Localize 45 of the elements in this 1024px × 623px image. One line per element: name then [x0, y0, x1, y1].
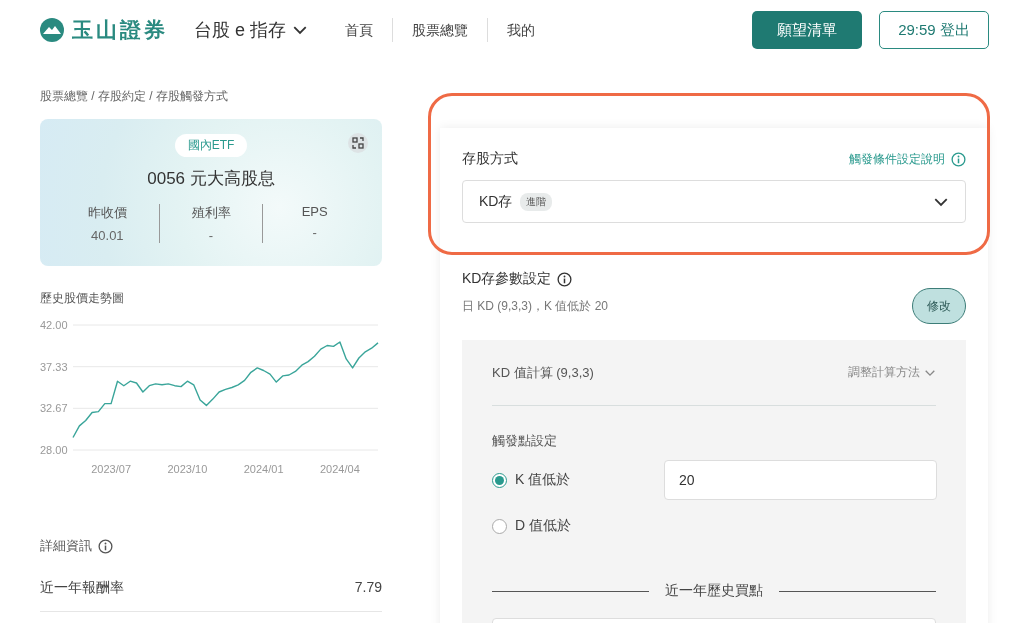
- x-axis-label: 2023/07: [91, 463, 131, 475]
- stat-value: 40.01: [91, 228, 124, 243]
- breadcrumb[interactable]: 股票總覽 / 存股約定 / 存股觸發方式: [40, 88, 382, 108]
- x-axis-label: 2024/01: [243, 463, 284, 475]
- product-dropdown[interactable]: 台股 e 指存: [194, 18, 308, 42]
- calc-label: KD 值計算 (9,3,3): [492, 363, 594, 382]
- chart-title: 歷史股價走勢圖: [40, 290, 125, 307]
- x-axis-label: 2023/10: [167, 463, 208, 475]
- y-axis-label: 37.33: [40, 360, 68, 373]
- mountain-logo-icon: [40, 18, 64, 42]
- swap-icon[interactable]: [348, 133, 368, 153]
- nav-link[interactable]: 首頁: [326, 18, 393, 42]
- x-axis-label: 2024/04: [320, 463, 360, 475]
- method-select[interactable]: KD存 進階: [462, 180, 966, 223]
- stat-label: 昨收價: [87, 204, 127, 222]
- stock-title: 0056 元大高股息: [147, 168, 275, 190]
- detail-value: 7.79: [354, 579, 382, 597]
- stat-value: -: [208, 228, 214, 243]
- nav-link[interactable]: 我的: [488, 18, 554, 42]
- stat-label: EPS: [301, 204, 328, 219]
- radio-option[interactable]: K 值低於: [492, 460, 664, 500]
- nav-link[interactable]: 股票總覽: [393, 18, 488, 42]
- radio-option[interactable]: D 值低於: [492, 506, 664, 546]
- wishlist-button[interactable]: 願望清單: [752, 11, 862, 49]
- section-title: KD存參數設定: [462, 270, 552, 288]
- help-link[interactable]: 觸發條件設定說明: [849, 150, 945, 168]
- y-axis-label: 42.00: [40, 319, 68, 331]
- detail-label: 近一年報酬率: [40, 579, 124, 597]
- edit-button[interactable]: 修改: [912, 288, 966, 324]
- section-title: 詳細資訊: [40, 537, 92, 555]
- y-axis-label: 32.67: [40, 402, 68, 415]
- field-label: 觸發點設定: [492, 432, 558, 450]
- field-label: 存股方式: [462, 150, 518, 168]
- divider-title: 近一年歷史買點: [492, 582, 936, 600]
- threshold-input[interactable]: 20: [664, 460, 937, 500]
- info-icon[interactable]: [98, 538, 113, 554]
- stat-value: -: [312, 225, 317, 240]
- y-axis-label: 28.00: [40, 444, 68, 456]
- info-icon[interactable]: [557, 271, 573, 287]
- settings-summary: 日 KD (9,3,3)，K 值低於 20: [462, 297, 609, 315]
- logout-button[interactable]: 29:59 登出: [879, 11, 989, 49]
- logo-text: 玉山證券: [72, 17, 168, 43]
- level-badge: 進階: [520, 192, 553, 211]
- category-tag: 國內ETF: [174, 134, 248, 157]
- stat-label: 殖利率: [191, 204, 231, 222]
